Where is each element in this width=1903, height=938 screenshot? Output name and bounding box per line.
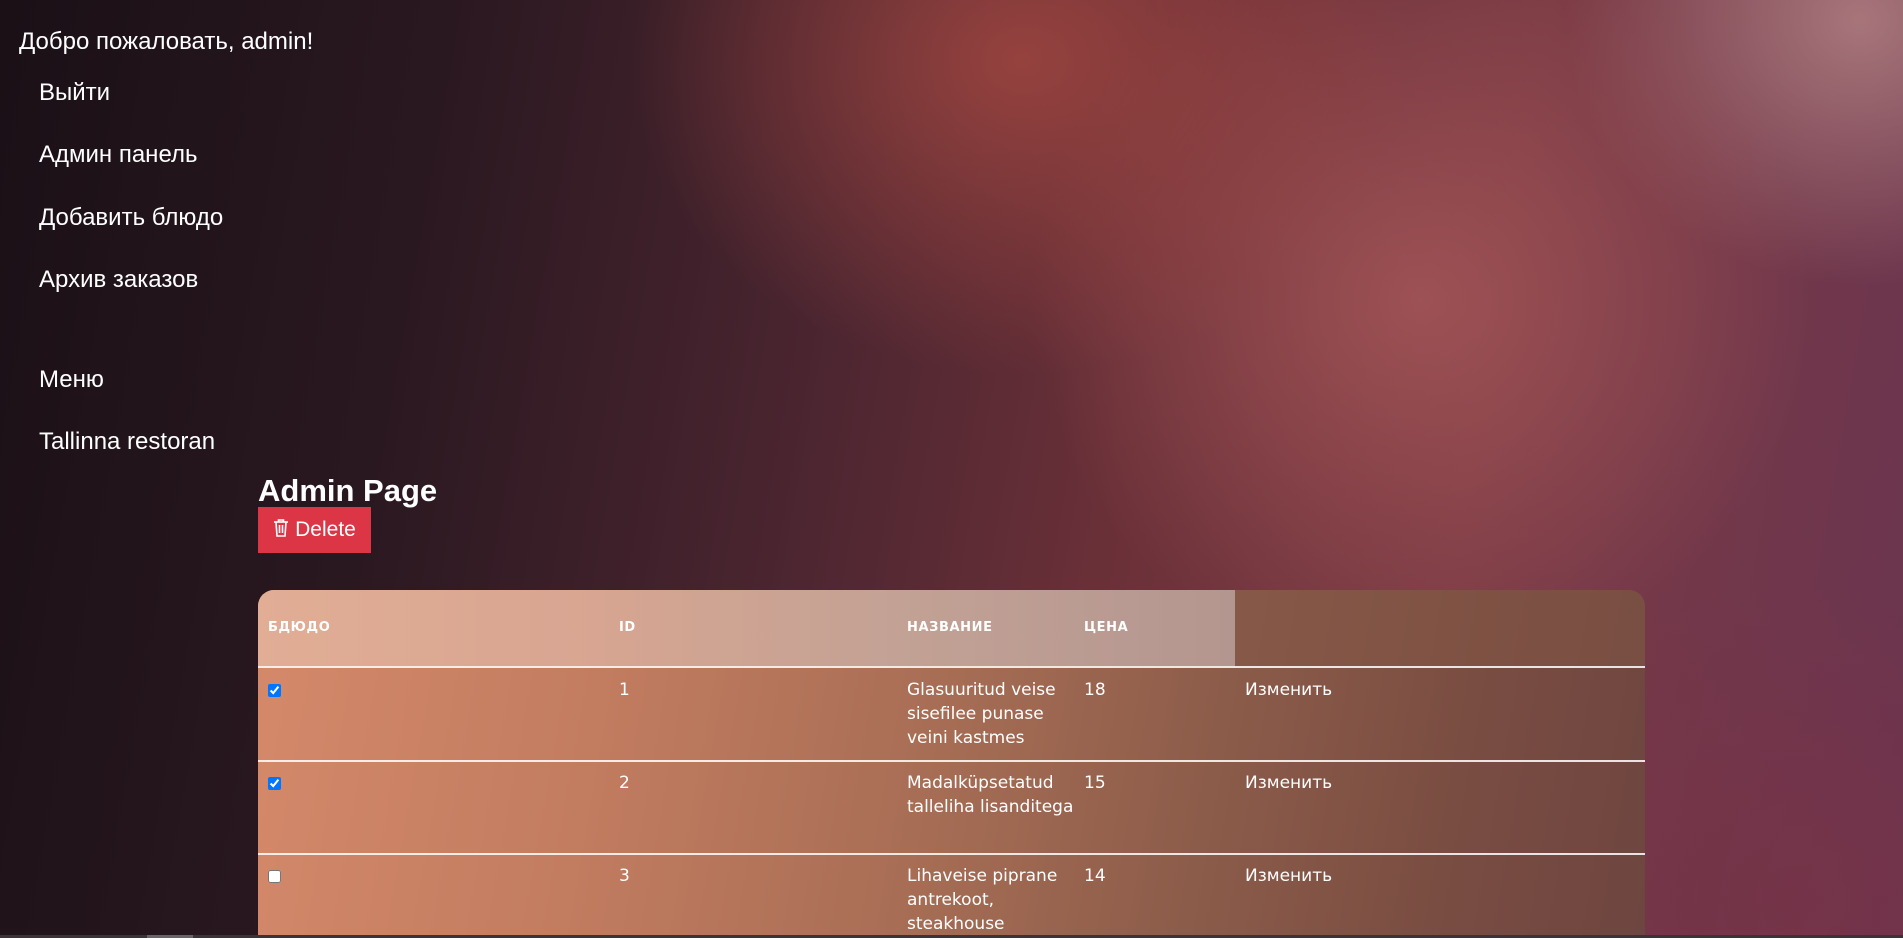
nav-add-dish-link[interactable]: Добавить блюдо: [39, 203, 223, 233]
row-divider: [258, 666, 1645, 668]
nav-menu-link[interactable]: Меню: [39, 365, 104, 395]
row-edit-link[interactable]: Изменить: [1245, 864, 1332, 888]
column-header-name: НАЗВАНИЕ: [907, 620, 993, 635]
row-price: 18: [1084, 680, 1106, 700]
table-header-empty-cell: [1235, 590, 1645, 666]
row-id: 2: [619, 773, 630, 793]
row-edit-link[interactable]: Изменить: [1245, 771, 1332, 795]
nav-admin-panel-link[interactable]: Админ панель: [39, 140, 198, 170]
nav-restaurant-link[interactable]: Tallinna restoran: [39, 427, 215, 457]
delete-button-label: Delete: [295, 518, 356, 541]
row-select-checkbox[interactable]: [268, 777, 281, 790]
trash-icon: [273, 518, 289, 543]
nav-orders-archive-link[interactable]: Архив заказов: [39, 265, 198, 295]
page-title: Admin Page: [258, 473, 438, 508]
nav-logout-link[interactable]: Выйти: [39, 78, 110, 108]
row-divider: [258, 853, 1645, 855]
column-header-id: ID: [619, 620, 636, 635]
row-divider: [258, 760, 1645, 762]
row-name: Glasuuritud veise sisefilee punase veini…: [907, 680, 1056, 748]
column-header-dish: БДЮДО: [268, 620, 331, 635]
welcome-message: Добро пожаловать, admin!: [19, 28, 314, 55]
delete-button[interactable]: Delete: [258, 507, 371, 553]
dishes-table: БДЮДО ID НАЗВАНИЕ ЦЕНА 1 Glasuuritud vei…: [258, 590, 1645, 938]
column-header-price: ЦЕНА: [1084, 620, 1129, 635]
row-select-checkbox[interactable]: [268, 870, 281, 883]
row-price: 14: [1084, 866, 1106, 886]
row-edit-link[interactable]: Изменить: [1245, 678, 1332, 702]
row-id: 1: [619, 680, 630, 700]
row-select-checkbox[interactable]: [268, 684, 281, 697]
row-price: 15: [1084, 773, 1106, 793]
row-id: 3: [619, 866, 630, 886]
row-name: Lihaveise piprane antrekoot, steakhouse: [907, 866, 1058, 934]
row-name: Madalküpsetatud talleliha lisanditega: [907, 773, 1074, 817]
